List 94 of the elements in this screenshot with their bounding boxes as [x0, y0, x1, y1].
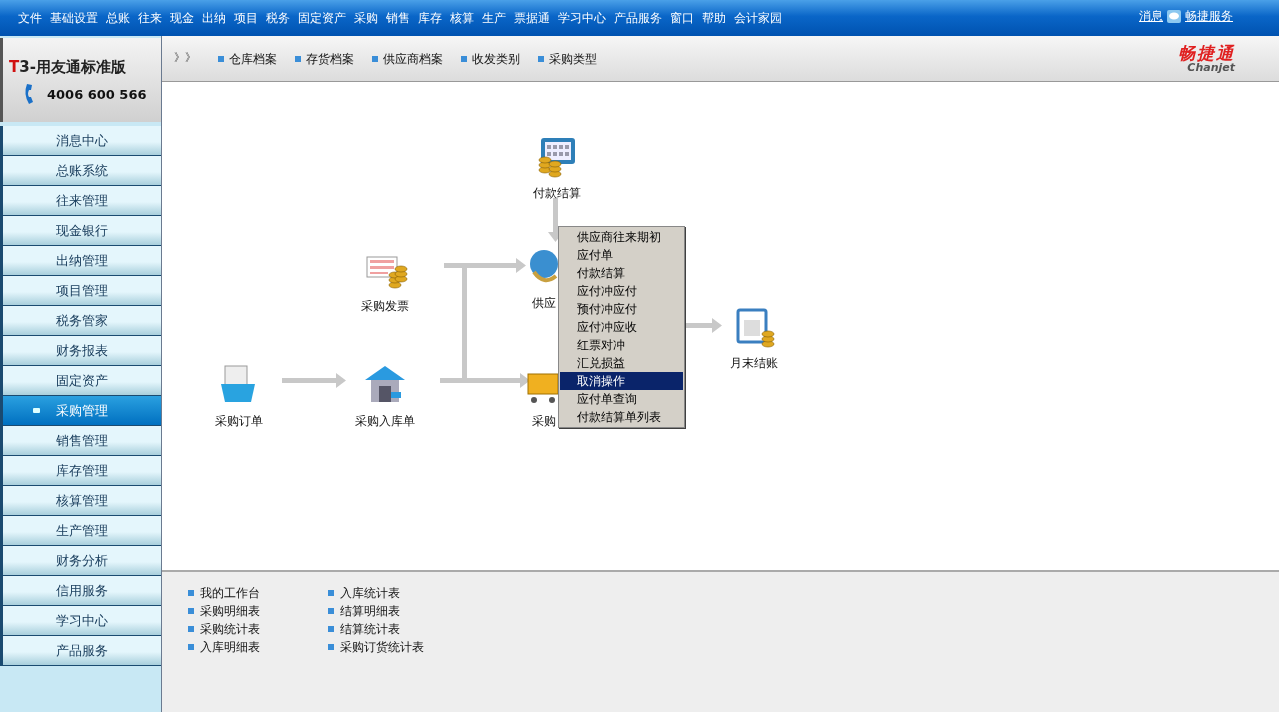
report-link[interactable]: 结算明细表	[328, 602, 424, 620]
context-menu-item[interactable]: 应付冲应收	[560, 318, 683, 336]
bullet-icon	[188, 626, 194, 632]
report-link[interactable]: 入库统计表	[328, 584, 424, 602]
menu-item[interactable]: 销售	[386, 9, 410, 27]
brand-name: 3-用友通标准版	[19, 56, 126, 78]
flow-node-label[interactable]: 付款结算	[533, 184, 581, 202]
phone-number: 4006 600 566	[47, 85, 147, 104]
context-menu-item[interactable]: 红票对冲	[560, 336, 683, 354]
report-link[interactable]: 入库明细表	[188, 638, 278, 656]
menu-item[interactable]: 窗口	[670, 9, 694, 27]
bullet-icon	[295, 55, 301, 62]
sidebar-item[interactable]: 现金银行	[0, 216, 161, 246]
flow-node-label[interactable]: 采购订单	[215, 412, 263, 430]
menu-item[interactable]: 文件	[18, 9, 42, 27]
context-menu-item[interactable]: 应付单查询	[560, 390, 683, 408]
bullet-icon	[218, 55, 224, 62]
report-link[interactable]: 采购明细表	[188, 602, 278, 620]
toolbar-link[interactable]: 供应商档案	[372, 49, 443, 68]
menu-item[interactable]: 会计家园	[734, 9, 782, 27]
flow-node-label[interactable]: 采购	[532, 412, 556, 430]
menu-item[interactable]: 生产	[482, 9, 506, 27]
menu-item[interactable]: 帮助	[702, 9, 726, 27]
sidebar-item[interactable]: 核算管理	[0, 486, 161, 516]
sidebar-item[interactable]: 项目管理	[0, 276, 161, 306]
toolbar-link[interactable]: 仓库档案	[218, 49, 277, 68]
sidebar-item[interactable]: 往来管理	[0, 186, 161, 216]
context-menu-item[interactable]: 付款结算单列表	[560, 408, 683, 426]
sidebar-item[interactable]: 学习中心	[0, 606, 161, 636]
sidebar-item[interactable]: 销售管理	[0, 426, 161, 456]
report-link[interactable]: 采购订货统计表	[328, 638, 424, 656]
sidebar-item[interactable]: 税务管家	[0, 306, 161, 336]
bullet-icon	[328, 626, 334, 632]
menu-item[interactable]: 税务	[266, 9, 290, 27]
messages-link[interactable]: 消息	[1139, 7, 1163, 25]
menu-item[interactable]: 产品服务	[614, 9, 662, 27]
report-link[interactable]: 我的工作台	[188, 584, 278, 602]
menu-item[interactable]: 学习中心	[558, 9, 606, 27]
menu-item[interactable]: 现金	[170, 9, 194, 27]
menu-item[interactable]: 项目	[234, 9, 258, 27]
context-menu-item[interactable]: 应付单	[560, 246, 683, 264]
bullet-icon	[188, 644, 194, 650]
sidebar-item[interactable]: 消息中心	[0, 126, 161, 156]
bullet-icon	[538, 55, 544, 62]
menu-item[interactable]: 票据通	[514, 9, 550, 27]
sidebar-item[interactable]: 总账系统	[0, 156, 161, 186]
bullet-icon	[188, 590, 194, 596]
context-menu-item[interactable]: 供应商往来期初	[560, 228, 683, 246]
context-menu-item[interactable]: 汇兑损益	[560, 354, 683, 372]
bullet-icon	[328, 590, 334, 596]
service-link[interactable]: 畅捷服务	[1185, 7, 1233, 25]
bullet-icon	[328, 644, 334, 650]
menu-item[interactable]: 库存	[418, 9, 442, 27]
menu-item[interactable]: 基础设置	[50, 9, 98, 27]
flow-arrow	[282, 373, 346, 388]
sidebar-item[interactable]: 固定资产	[0, 366, 161, 396]
vendor-logo-latin: Chanjet	[1187, 61, 1235, 73]
menu-item[interactable]: 出纳	[202, 9, 226, 27]
menu-item[interactable]: 固定资产	[298, 9, 346, 27]
menu-item[interactable]: 往来	[138, 9, 162, 27]
phone-icon	[23, 84, 33, 105]
bullet-icon	[188, 608, 194, 614]
sidebar-item[interactable]: 生产管理	[0, 516, 161, 546]
bullet-icon	[328, 608, 334, 614]
context-menu-item[interactable]: 应付冲应付	[560, 282, 683, 300]
flow-node-label[interactable]: 采购入库单	[355, 412, 415, 430]
vendor-logo-name: 畅捷通	[1178, 44, 1235, 62]
report-link[interactable]: 采购统计表	[188, 620, 278, 638]
flow-node-label[interactable]: 采购发票	[361, 297, 409, 315]
brand-mark: T	[9, 56, 20, 78]
sidebar-item[interactable]: 信用服务	[0, 576, 161, 606]
bullet-icon	[461, 55, 467, 62]
context-menu-item[interactable]: 取消操作	[560, 372, 683, 390]
menu-item[interactable]: 总账	[106, 9, 130, 27]
sidebar-item[interactable]: 财务报表	[0, 336, 161, 366]
toolbar-arrows: 》》	[174, 50, 196, 67]
sidebar-item[interactable]: 采购管理	[0, 396, 161, 426]
report-link[interactable]: 结算统计表	[328, 620, 424, 638]
sidebar-item[interactable]: 出纳管理	[0, 246, 161, 276]
context-menu-item[interactable]: 付款结算	[560, 264, 683, 282]
chat-bubble-icon	[1167, 9, 1181, 23]
toolbar-link[interactable]: 收发类别	[461, 49, 520, 68]
sidebar-item[interactable]: 产品服务	[0, 636, 161, 666]
toolbar-link[interactable]: 采购类型	[538, 49, 597, 68]
flow-node-label[interactable]: 供应	[532, 294, 556, 312]
sidebar-item[interactable]: 财务分析	[0, 546, 161, 576]
menu-item[interactable]: 核算	[450, 9, 474, 27]
toolbar-link[interactable]: 存货档案	[295, 49, 354, 68]
bullet-icon	[33, 408, 40, 413]
sidebar-item[interactable]: 库存管理	[0, 456, 161, 486]
bullet-icon	[372, 55, 378, 62]
menu-item[interactable]: 采购	[354, 9, 378, 27]
context-menu-item[interactable]: 预付冲应付	[560, 300, 683, 318]
flow-node-label[interactable]: 月末结账	[730, 354, 778, 372]
